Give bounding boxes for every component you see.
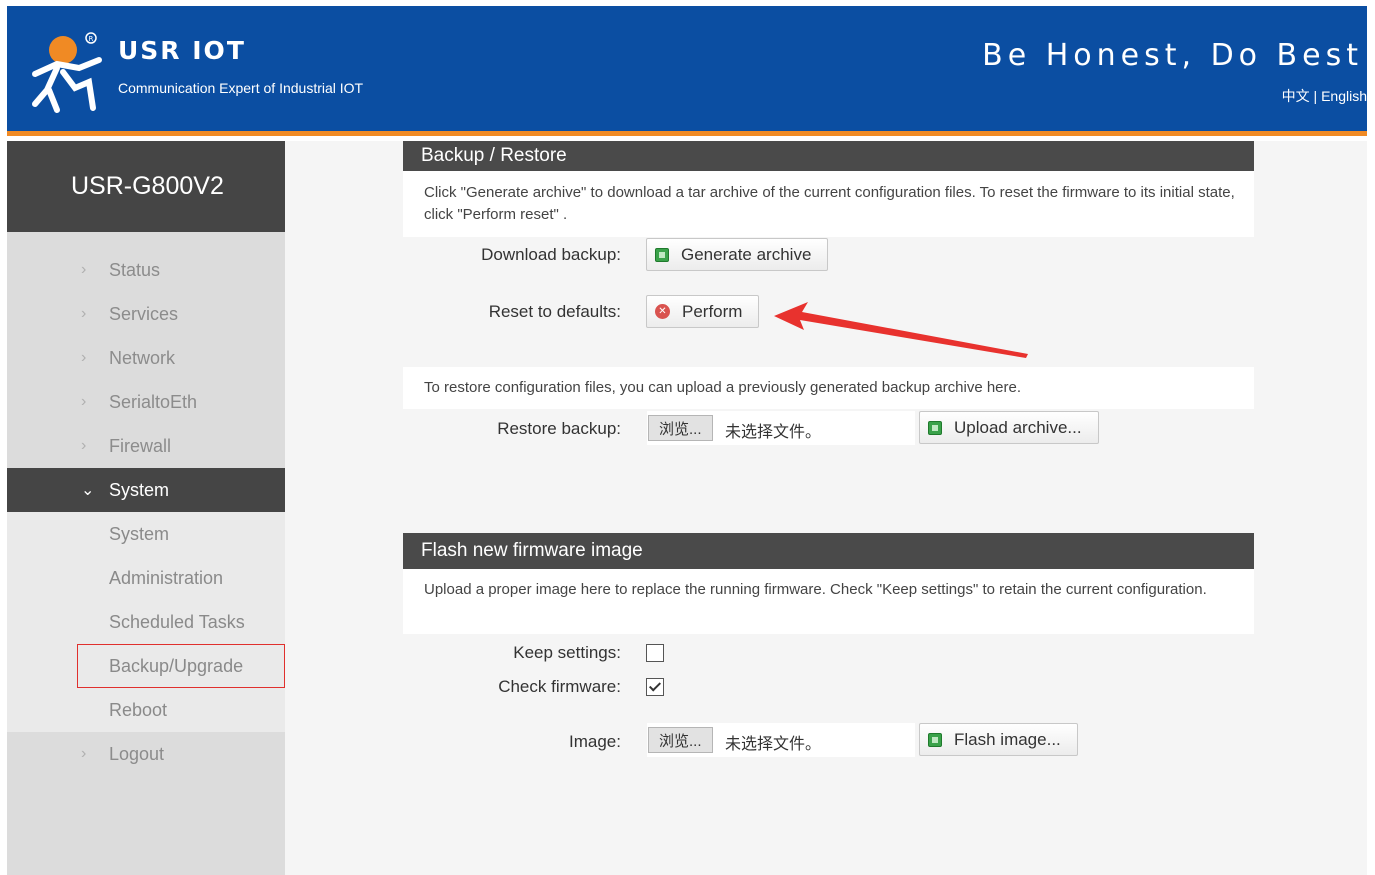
perform-reset-button[interactable]: ✕ Perform (646, 295, 760, 328)
download-backup-label: Download backup: (481, 245, 621, 264)
no-file-text: 未选择文件。 (725, 424, 822, 441)
sidebar-item-label: Firewall (109, 435, 172, 456)
chevron-right-icon: › (81, 437, 87, 454)
keep-settings-label: Keep settings: (513, 643, 621, 662)
flash-firmware-title: Flash new firmware image (403, 533, 1254, 569)
submenu-item-reboot[interactable]: Reboot (7, 688, 285, 732)
usr-iot-logo: R (32, 32, 102, 113)
sidebar-item-firewall[interactable]: › Firewall (7, 424, 285, 468)
device-name: USR-G800V2 (7, 141, 285, 232)
upload-archive-button[interactable]: Upload archive... (919, 411, 1099, 444)
sidebar-item-label: Network (109, 347, 176, 368)
perform-label: Perform (682, 301, 743, 321)
backup-restore-title: Backup / Restore (403, 141, 1254, 171)
generate-archive-label: Generate archive (681, 244, 812, 264)
chevron-right-icon: › (81, 745, 87, 762)
keep-settings-checkbox[interactable] (646, 644, 664, 662)
lang-separator: | (1313, 88, 1318, 104)
no-file-text: 未选择文件。 (725, 736, 822, 753)
submenu-item-backup-upgrade[interactable]: Backup/Upgrade (77, 644, 285, 688)
restore-file-input[interactable]: 浏览... 未选择文件。 (647, 411, 915, 445)
header: R USR IOT Communication Expert of Indust… (7, 6, 1367, 136)
upload-icon (928, 420, 942, 435)
sidebar-item-label: System (109, 479, 170, 500)
backup-description: Click "Generate archive" to download a t… (403, 171, 1254, 237)
main-content: Backup / Restore Click "Generate archive… (285, 141, 1367, 875)
sidebar-item-network[interactable]: › Network (7, 336, 285, 380)
browse-button[interactable]: 浏览... (648, 415, 713, 441)
submenu-item-scheduled-tasks[interactable]: Scheduled Tasks (7, 600, 285, 644)
image-label: Image: (569, 732, 621, 751)
sidebar-item-label: Logout (109, 743, 165, 764)
reset-defaults-label: Reset to defaults: (488, 302, 621, 321)
archive-icon (655, 247, 669, 262)
firmware-description: Upload a proper image here to replace th… (403, 569, 1254, 634)
check-firmware-checkbox[interactable] (646, 678, 664, 696)
chevron-right-icon: › (81, 393, 87, 410)
sidebar-item-status[interactable]: › Status (7, 248, 285, 292)
image-file-input[interactable]: 浏览... 未选择文件。 (647, 723, 915, 757)
checkmark-icon (648, 679, 662, 692)
sidebar-item-label: SerialtoEth (109, 391, 198, 412)
chevron-right-icon: › (81, 305, 87, 322)
sidebar: USR-G800V2 › Status › Services › Network… (7, 141, 285, 875)
language-switch: 中文 | English (1282, 86, 1367, 106)
slogan: Be Honest, Do Best (982, 38, 1363, 73)
lang-chinese-link[interactable]: 中文 (1282, 88, 1310, 104)
submenu-item-administration[interactable]: Administration (7, 556, 285, 600)
sidebar-nav: › Status › Services › Network › Serialto… (7, 232, 285, 776)
brand-name: USR IOT (118, 36, 246, 65)
annotation-arrow (774, 302, 1028, 358)
lang-english-link[interactable]: English (1321, 88, 1367, 104)
sidebar-item-serialtoeth[interactable]: › SerialtoEth (7, 380, 285, 424)
flash-icon (928, 732, 942, 747)
chevron-right-icon: › (81, 261, 87, 278)
flash-image-label: Flash image... (954, 729, 1061, 749)
flash-image-button[interactable]: Flash image... (919, 723, 1078, 756)
svg-text:R: R (89, 35, 94, 43)
brand-subtitle: Communication Expert of Industrial IOT (118, 80, 364, 96)
sidebar-item-services[interactable]: › Services (7, 292, 285, 336)
submenu-item-system[interactable]: System (7, 512, 285, 556)
sidebar-item-label: Status (109, 259, 161, 280)
generate-archive-button[interactable]: Generate archive (646, 238, 829, 271)
sidebar-item-system[interactable]: ⌄ System (7, 468, 285, 512)
sidebar-item-logout[interactable]: › Logout (7, 732, 285, 776)
reset-icon: ✕ (655, 304, 670, 319)
browse-button[interactable]: 浏览... (648, 727, 713, 753)
chevron-right-icon: › (81, 349, 87, 366)
restore-description: To restore configuration files, you can … (403, 367, 1254, 409)
upload-archive-label: Upload archive... (954, 417, 1082, 437)
sidebar-item-label: Services (109, 303, 179, 324)
chevron-down-icon: ⌄ (81, 482, 95, 499)
restore-backup-label: Restore backup: (497, 419, 621, 438)
system-submenu: System Administration Scheduled Tasks Ba… (7, 512, 285, 732)
check-firmware-label: Check firmware: (498, 677, 621, 696)
